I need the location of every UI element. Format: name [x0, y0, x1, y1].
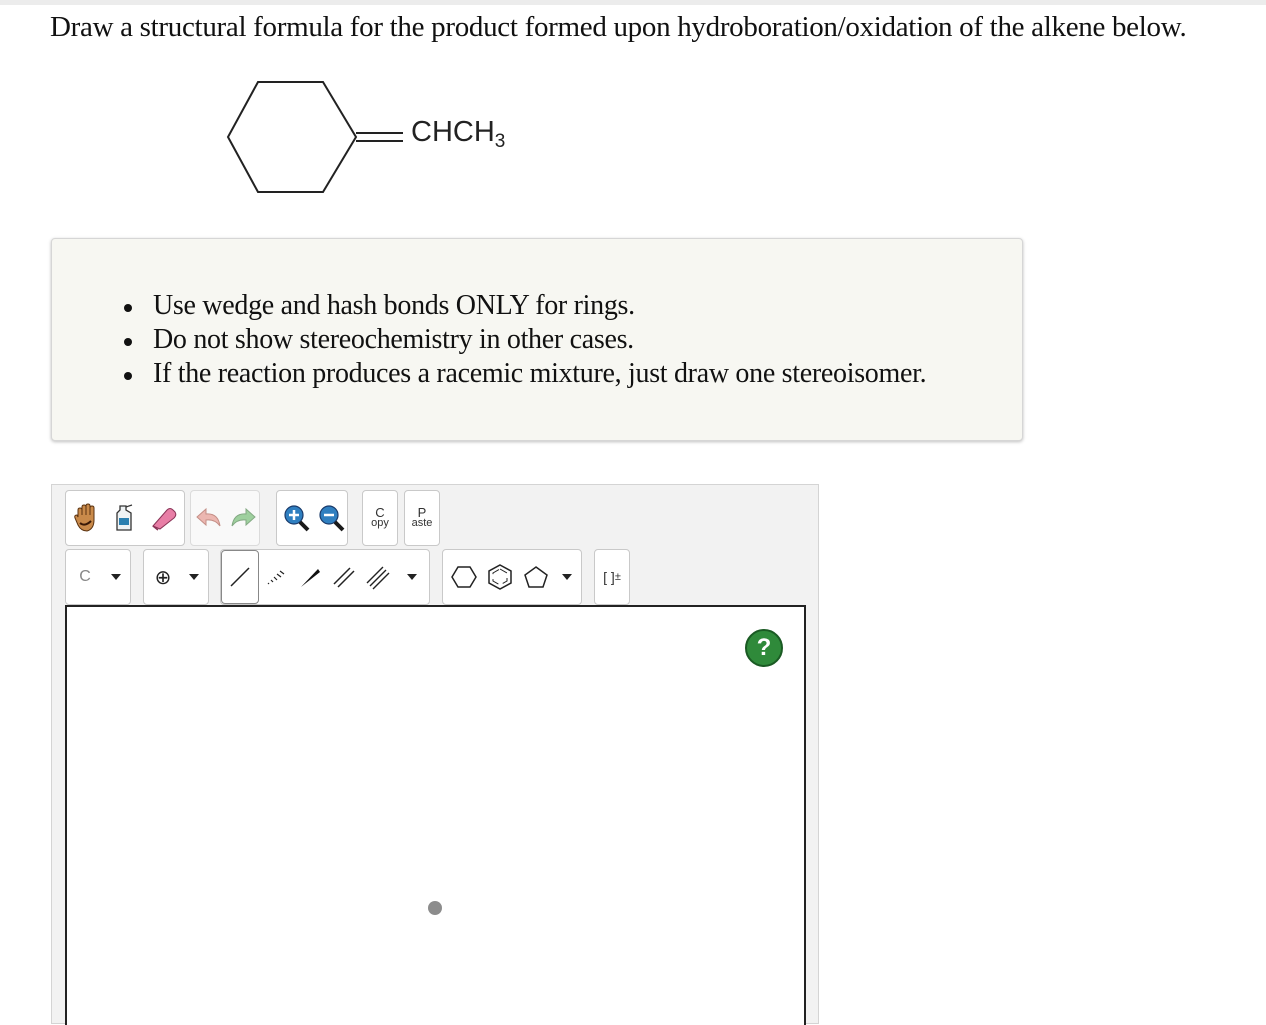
instruction-item: If the reaction produces a racemic mixtu…	[124, 357, 927, 391]
paste-label-bottom: aste	[411, 517, 433, 529]
ring-tools	[442, 549, 582, 605]
chevron-down-icon[interactable]	[106, 550, 126, 604]
bond-tools	[220, 549, 430, 605]
bracket-sup: ±	[614, 571, 621, 583]
paste-button[interactable]: P aste	[404, 490, 440, 546]
single-bond-icon[interactable]	[221, 550, 259, 604]
help-button[interactable]: ?	[745, 629, 783, 667]
bracket-button[interactable]: [ ] ±	[594, 549, 630, 605]
copy-label-bottom: opy	[371, 517, 389, 529]
tool-group-basic	[65, 490, 185, 546]
tool-group-history	[190, 490, 260, 546]
atom-selector[interactable]: C	[65, 549, 131, 605]
triple-bond-icon[interactable]	[361, 550, 395, 604]
top-bar	[0, 0, 1266, 5]
charge-plus-icon: ⊕	[154, 566, 172, 589]
substituent-label: CHCH3	[411, 116, 506, 152]
structure-editor: C opy P aste C ⊕ [] ± ?	[51, 484, 819, 1025]
alkene-structure: CHCH3	[225, 75, 545, 200]
chevron-down-icon[interactable]	[184, 550, 204, 604]
eraser-bottle-icon[interactable]	[106, 491, 142, 545]
hand-icon[interactable]	[68, 491, 104, 545]
zoom-in-icon[interactable]	[279, 491, 312, 545]
zoom-out-icon[interactable]	[314, 491, 347, 545]
tool-group-zoom	[276, 490, 348, 546]
chevron-down-icon[interactable]	[399, 550, 425, 604]
redo-icon[interactable]	[227, 491, 259, 545]
instructions-list: Use wedge and hash bonds ONLY for rings.…	[124, 289, 927, 391]
instructions-box: Use wedge and hash bonds ONLY for rings.…	[51, 238, 1023, 441]
canvas-marker-dot	[428, 901, 442, 915]
charge-selector[interactable]: ⊕	[143, 549, 209, 605]
hash-bond-icon[interactable]	[259, 550, 293, 604]
copy-button[interactable]: C opy	[362, 490, 398, 546]
instruction-item: Do not show stereochemistry in other cas…	[124, 323, 926, 357]
benzene-icon[interactable]	[483, 550, 517, 604]
eraser-icon[interactable]	[146, 491, 182, 545]
instruction-item: Use wedge and hash bonds ONLY for rings.	[124, 289, 926, 323]
chevron-down-icon[interactable]	[555, 550, 579, 604]
drawing-canvas[interactable]: ?	[65, 605, 806, 1025]
atom-label: C	[79, 568, 91, 585]
bracket-label: [ ]	[603, 569, 615, 585]
cyclopentane-icon[interactable]	[519, 550, 553, 604]
wedge-bond-icon[interactable]	[293, 550, 327, 604]
question-text: Draw a structural formula for the produc…	[50, 11, 1187, 43]
cyclohexane-icon[interactable]	[447, 550, 481, 604]
undo-icon[interactable]	[193, 491, 225, 545]
double-bond-icon[interactable]	[327, 550, 361, 604]
